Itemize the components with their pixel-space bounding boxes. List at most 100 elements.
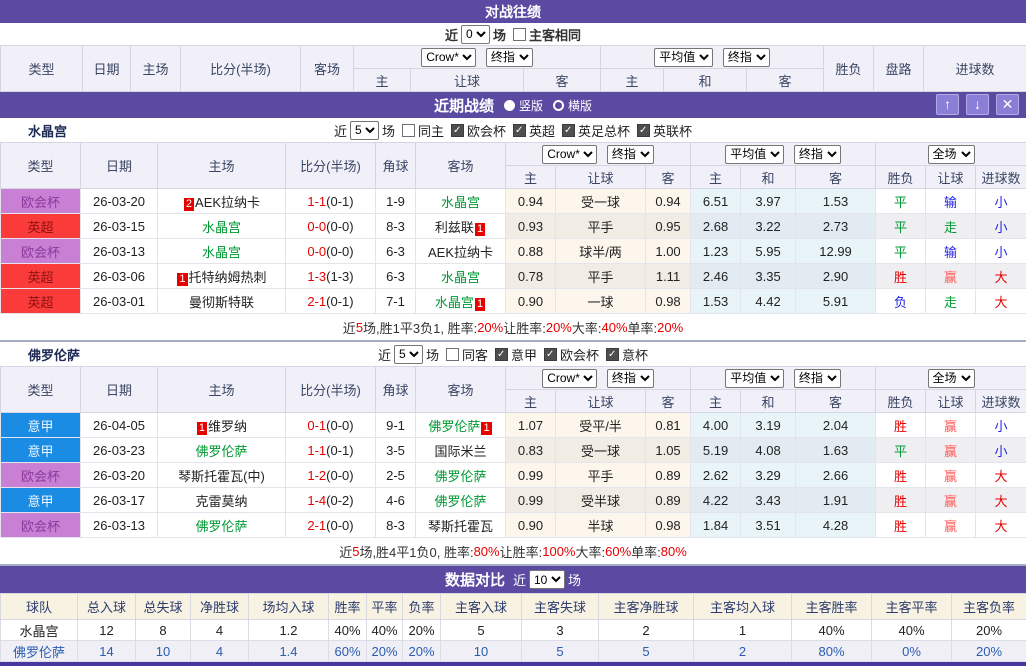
league-checkbox-eflcup[interactable]	[637, 124, 650, 137]
avg-home-cell: 4.22	[691, 488, 741, 513]
vertical-layout-radio[interactable]	[504, 100, 515, 111]
league-checkbox-facup[interactable]	[562, 124, 575, 137]
corner-cell: 3-5	[376, 438, 416, 463]
comparison-stat-cell: 2	[694, 641, 792, 662]
col-away-avg-header: 客	[747, 69, 824, 92]
comparison-stat-cell: 20%	[403, 641, 441, 662]
average-odds-controls: 平均值 终指	[691, 143, 876, 166]
team-name-text: 佛罗伦萨	[434, 469, 486, 484]
half-time-score: (0-0)	[326, 418, 353, 433]
team-name-text: 托特纳姆热刺	[189, 270, 267, 285]
close-button[interactable]: ✕	[996, 94, 1019, 115]
col-home-avg-header: 主	[601, 69, 664, 92]
odds-away-cell: 0.98	[646, 513, 691, 538]
vertical-layout-label[interactable]: 竖版	[519, 97, 543, 114]
avg-home-cell: 1.84	[691, 513, 741, 538]
league-type-cell: 意甲	[1, 488, 81, 513]
league-type-cell: 欧会杯	[1, 189, 81, 214]
match-date-cell: 26-03-15	[81, 214, 158, 239]
comparison-stat-cell: 14	[78, 641, 136, 662]
home-team-cell: 克雷莫纳	[158, 488, 286, 513]
col-type-header: 类型	[1, 46, 83, 92]
average-select[interactable]: 平均值	[725, 369, 784, 388]
col-home-header: 主场	[158, 143, 286, 189]
result-cell-text: 胜	[894, 469, 907, 484]
scope-controls: 全场	[876, 143, 1026, 166]
col-corner-header: 角球	[376, 143, 416, 189]
near-label: 近	[378, 345, 391, 364]
summary-segment: 5	[352, 544, 359, 559]
final-odds-select-2[interactable]: 终指	[794, 145, 841, 164]
unit-label: 场	[382, 121, 395, 140]
league-checkbox-uecl[interactable]	[544, 348, 557, 361]
final-odds-select[interactable]: 终指	[607, 145, 654, 164]
goals-result-cell: 大	[976, 488, 1026, 513]
corner-cell: 4-6	[376, 488, 416, 513]
result-cell: 负	[876, 289, 926, 314]
crystal-palace-filter-row: 水晶宫 近 5 场 同主 欧会杯 英超 英足总杯 英联杯	[0, 118, 1026, 142]
col-goals-header: 进球数	[924, 46, 1026, 92]
score-cell: 1-4(0-2)	[286, 488, 376, 513]
match-date-cell: 26-03-06	[81, 264, 158, 289]
team-name-text: 佛罗伦萨	[434, 494, 486, 509]
panel-buttons: ↑ ↓ ✕	[936, 94, 1019, 115]
full-time-score: 2-1	[307, 294, 326, 309]
same-away-checkbox[interactable]	[446, 348, 459, 361]
final-odds-select[interactable]: 终指	[486, 48, 533, 67]
near-count-select[interactable]: 5	[350, 121, 379, 140]
final-odds-select-2[interactable]: 终指	[794, 369, 841, 388]
avg-away-cell: 2.04	[796, 413, 876, 438]
bookmaker-select[interactable]: Crow*	[542, 145, 597, 164]
team-name-text: 利兹联	[435, 220, 474, 235]
final-odds-select-2[interactable]: 终指	[723, 48, 770, 67]
result-cell-text: 平	[894, 444, 907, 459]
league-checkbox-coppa[interactable]	[606, 348, 619, 361]
comparison-stat-cell: 2	[599, 620, 694, 641]
match-date-cell: 26-04-05	[81, 413, 158, 438]
goals-result-cell: 大	[976, 264, 1026, 289]
team-name-text: AEK拉纳卡	[428, 245, 493, 260]
comparison-near-count-select[interactable]: 10	[529, 570, 565, 589]
summary-segment: 近	[339, 542, 352, 561]
move-down-button[interactable]: ↓	[966, 94, 989, 115]
summary-segment: 40%	[602, 320, 628, 335]
scope-select[interactable]: 全场	[928, 369, 975, 388]
same-home-away-checkbox[interactable]	[513, 28, 526, 41]
league-type-cell: 英超	[1, 289, 81, 314]
goals-result-cell-text: 大	[995, 295, 1008, 310]
odds-home-cell: 1.07	[506, 413, 556, 438]
average-select[interactable]: 平均值	[654, 48, 713, 67]
comparison-stat-cell: 4	[191, 641, 249, 662]
handicap-result-cell-text: 赢	[944, 270, 957, 285]
comparison-stat-cell: 4	[191, 620, 249, 641]
home-team-cell: 佛罗伦萨	[158, 513, 286, 538]
scope-select[interactable]: 全场	[928, 145, 975, 164]
near-count-select[interactable]: 5	[394, 345, 423, 364]
result-cell-text: 平	[894, 195, 907, 210]
same-home-checkbox[interactable]	[402, 124, 415, 137]
h2h-table: 类型 日期 主场 比分(半场) 客场 Crow* 终指 平均值 终指 胜负 盘路…	[0, 45, 1026, 92]
result-cell: 胜	[876, 264, 926, 289]
avg-home-cell: 1.53	[691, 289, 741, 314]
league-checkbox-epl[interactable]	[513, 124, 526, 137]
horizontal-layout-label[interactable]: 横版	[568, 97, 592, 114]
col-handicap-header: 让球	[556, 166, 646, 189]
bookmaker-select[interactable]: Crow*	[542, 369, 597, 388]
move-up-button[interactable]: ↑	[936, 94, 959, 115]
horizontal-layout-radio[interactable]	[553, 100, 564, 111]
league-checkbox-uecl[interactable]	[451, 124, 464, 137]
goals-result-cell-text: 大	[995, 519, 1008, 534]
col-draw-avg-header: 和	[741, 166, 796, 189]
final-odds-select[interactable]: 终指	[607, 369, 654, 388]
h2h-near-count-select[interactable]: 0	[461, 25, 490, 44]
league-checkbox-seriea[interactable]	[495, 348, 508, 361]
comparison-stat-cell: 5	[599, 641, 694, 662]
col-date-header: 日期	[81, 143, 158, 189]
bookmaker-select[interactable]: Crow*	[421, 48, 476, 67]
col-score-header: 比分(半场)	[286, 143, 376, 189]
average-select[interactable]: 平均值	[725, 145, 784, 164]
home-team-cell: 水晶宫	[158, 239, 286, 264]
odds-handicap-cell: 受一球	[556, 438, 646, 463]
league-type-cell: 欧会杯	[1, 239, 81, 264]
avg-away-cell: 2.73	[796, 214, 876, 239]
